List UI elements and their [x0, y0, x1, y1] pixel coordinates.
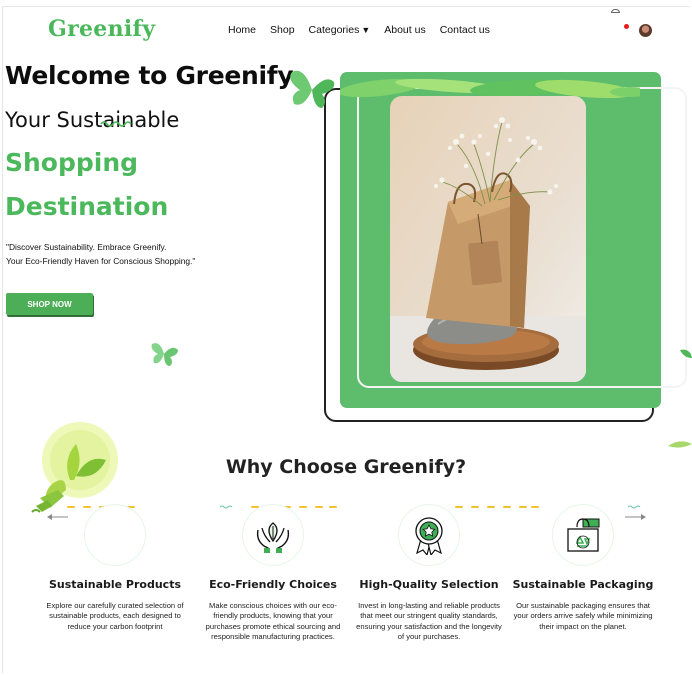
hero-product-photo [390, 96, 586, 382]
nav-shop[interactable]: Shop [270, 24, 295, 36]
notification-dot[interactable] [624, 24, 629, 29]
nav-categories-label: Categories [308, 24, 360, 36]
feature-title: Eco-Friendly Choices [209, 578, 337, 591]
feature-desc: Invest in long-lasting and reliable prod… [356, 601, 502, 641]
nav-home[interactable]: Home [228, 24, 256, 36]
caret-down-icon: ▼ [361, 25, 371, 35]
feature-desc: Make conscious choices with our eco-frie… [205, 601, 341, 641]
avatar[interactable] [639, 24, 652, 37]
feature-card-eco-friendly: Eco-Friendly Choices Make conscious choi… [188, 504, 358, 642]
hands-leaf-icon [256, 522, 290, 553]
feature-icon-circle [552, 504, 614, 566]
feature-icon-circle [398, 504, 460, 566]
nav-about[interactable]: About us [384, 24, 425, 36]
nav-contact[interactable]: Contact us [440, 24, 490, 36]
butterfly-icon [290, 70, 335, 108]
feature-card-sustainable-packaging: Sustainable Packaging Our sustainable pa… [498, 504, 668, 632]
hero-highlight-2: Destination [5, 192, 169, 221]
logo[interactable]: Greenify [48, 16, 155, 42]
leaf-edge-icon [680, 349, 692, 358]
squiggle-decoration [100, 121, 132, 127]
feature-desc: Our sustainable packaging ensures that y… [513, 601, 653, 631]
leaf-edge-icon [668, 441, 692, 448]
feature-card-sustainable-products: Sustainable Products Explore our careful… [30, 504, 200, 632]
feature-desc: Explore our carefully curated selection … [46, 601, 184, 631]
butterfly-small-icon [151, 343, 178, 366]
hero-subheading: Your Sustainable [5, 108, 180, 132]
nav-categories[interactable]: Categories ▼ [309, 24, 371, 36]
shop-now-button[interactable]: SHOP NOW [6, 293, 93, 315]
why-choose-heading: Why Choose Greenify? [225, 456, 467, 478]
hero-tagline: "Discover Sustainability. Embrace Greeni… [6, 240, 195, 268]
award-badge-icon [415, 517, 443, 555]
paper-bag-flowers-image [390, 96, 586, 382]
hero-heading: Welcome to Greenify [5, 61, 294, 90]
tagline-line-1: "Discover Sustainability. Embrace Greeni… [6, 242, 167, 252]
feature-title: High-Quality Selection [359, 578, 499, 591]
feature-card-high-quality: High-Quality Selection Invest in long-la… [344, 504, 514, 642]
bell-icon[interactable] [611, 9, 620, 13]
recycle-bag-icon [567, 518, 600, 552]
main-nav: Home Shop Categories ▼ About us Contact u… [228, 24, 490, 36]
tagline-line-2: Your Eco-Friendly Haven for Conscious Sh… [6, 256, 196, 266]
feature-title: Sustainable Packaging [512, 578, 654, 591]
hero-highlight-1: Shopping [5, 148, 139, 177]
empty-circle-icon [84, 504, 146, 566]
feature-title: Sustainable Products [48, 578, 182, 591]
feature-icon-circle [242, 504, 304, 566]
